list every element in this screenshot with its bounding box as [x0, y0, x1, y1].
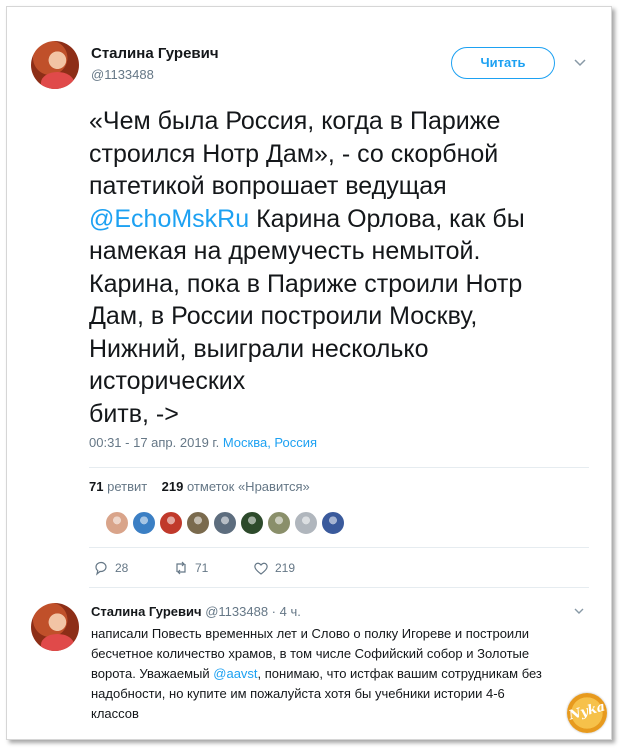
reply-text-line: ворота. Уважаемый @aavst, понимаю, что и… — [91, 664, 591, 684]
tweet-text-line: строился Нотр Дам», - со скорбной — [89, 139, 499, 168]
tweet-card: Сталина Гуревич @1133488 Читать «Чем был… — [6, 6, 612, 740]
tweet-meta: 00:31 - 17 апр. 2019 г. Москва, Россия — [89, 435, 317, 450]
likes-count: 219 — [161, 479, 184, 494]
author-name[interactable]: Сталина Гуревич — [91, 45, 219, 62]
reply-dot: · — [271, 604, 277, 619]
tweet-text-line: «Чем была Россия, когда в Париже — [89, 107, 501, 135]
reply-author-name[interactable]: Сталина Гуревич — [91, 604, 202, 619]
liker-avatar[interactable] — [240, 511, 264, 535]
tweet-text-line: исторических — [89, 367, 246, 395]
like-count: 219 — [275, 561, 296, 575]
retweets-count: 71 — [89, 479, 104, 494]
liker-avatar[interactable] — [267, 511, 291, 535]
reply-author-avatar[interactable] — [31, 603, 79, 651]
divider — [89, 547, 589, 548]
like-action[interactable]: 219 — [253, 560, 295, 576]
retweets-label: ретвит — [107, 479, 148, 494]
watermark-logo: Nyka — [567, 693, 607, 733]
chevron-down-icon[interactable] — [573, 605, 585, 617]
tweet-text-line: Карина, пока в Париже строили Нотр — [89, 269, 523, 298]
tweet-text-line: патетикой вопрошает ведущая — [89, 172, 447, 200]
reply-text-fragment: ворота. Уважаемый — [91, 666, 214, 681]
reply-count: 28 — [115, 561, 129, 575]
tweet-text-line: Нижний, выиграли несколько — [89, 334, 429, 363]
tweet-text-line: @EchoMskRu Карина Орлова, как бы — [89, 203, 589, 236]
chevron-down-icon[interactable] — [573, 55, 587, 69]
liker-avatar[interactable] — [132, 511, 156, 535]
liker-avatar[interactable] — [321, 511, 345, 535]
reply-action[interactable]: 28 — [93, 560, 128, 576]
retweet-count: 71 — [195, 561, 209, 575]
liker-avatar[interactable] — [213, 511, 237, 535]
location-link[interactable]: Москва, Россия — [223, 435, 317, 450]
divider — [89, 587, 589, 588]
reply-age[interactable]: 4 ч. — [280, 604, 301, 619]
divider — [89, 467, 589, 468]
retweets-stat[interactable]: 71 ретвит — [89, 479, 147, 494]
reply-text-line: надобности, но купите им пожалуйста хотя… — [91, 686, 505, 701]
liker-avatar[interactable] — [159, 511, 183, 535]
author-handle[interactable]: @1133488 — [91, 67, 154, 82]
reply-text: написали Повесть временных лет и Слово о… — [91, 624, 591, 724]
tweet-text-line: намекая на дремучесть немытой. — [89, 237, 481, 265]
liker-avatar[interactable] — [294, 511, 318, 535]
tweet-text-line: битв, -> — [89, 399, 179, 428]
reply-text-fragment: , понимаю, что истфак вашим сотрудникам … — [257, 666, 542, 681]
retweet-icon[interactable] — [173, 560, 189, 576]
likes-stat[interactable]: 219 отметок «Нравится» — [162, 479, 310, 494]
liker-avatar[interactable] — [186, 511, 210, 535]
author-avatar[interactable] — [31, 41, 79, 89]
heart-icon[interactable] — [253, 560, 269, 576]
retweet-action[interactable]: 71 — [173, 560, 208, 576]
reply-icon[interactable] — [93, 560, 109, 576]
reply-text-line: классов — [91, 706, 139, 721]
tweet-text-line: Дам, в России построили Москву, — [89, 302, 478, 330]
reply-author-handle[interactable]: @1133488 — [205, 604, 268, 619]
engagement-stats: 71 ретвит 219 отметок «Нравится» — [89, 479, 310, 494]
follow-button[interactable]: Читать — [451, 47, 555, 79]
liker-avatar[interactable] — [105, 511, 129, 535]
reply-header: Сталина Гуревич @1133488 · 4 ч. — [91, 604, 301, 619]
tweet-text-fragment: Карина Орлова, как бы — [249, 204, 525, 233]
timestamp[interactable]: 00:31 - 17 апр. 2019 г. — [89, 435, 219, 450]
reply-text-line: бесчетное количество храмов, в том числе… — [91, 646, 530, 661]
mention-link[interactable]: @EchoMskRu — [89, 205, 249, 233]
reply-text-line: написали Повесть временных лет и Слово о… — [91, 626, 530, 641]
watermark-text: Nyka — [567, 699, 607, 724]
tweet-text: «Чем была Россия, когда в Париже строилс… — [89, 105, 589, 430]
likes-label: отметок «Нравится» — [186, 479, 310, 494]
mention-link[interactable]: @aavst — [213, 666, 257, 681]
